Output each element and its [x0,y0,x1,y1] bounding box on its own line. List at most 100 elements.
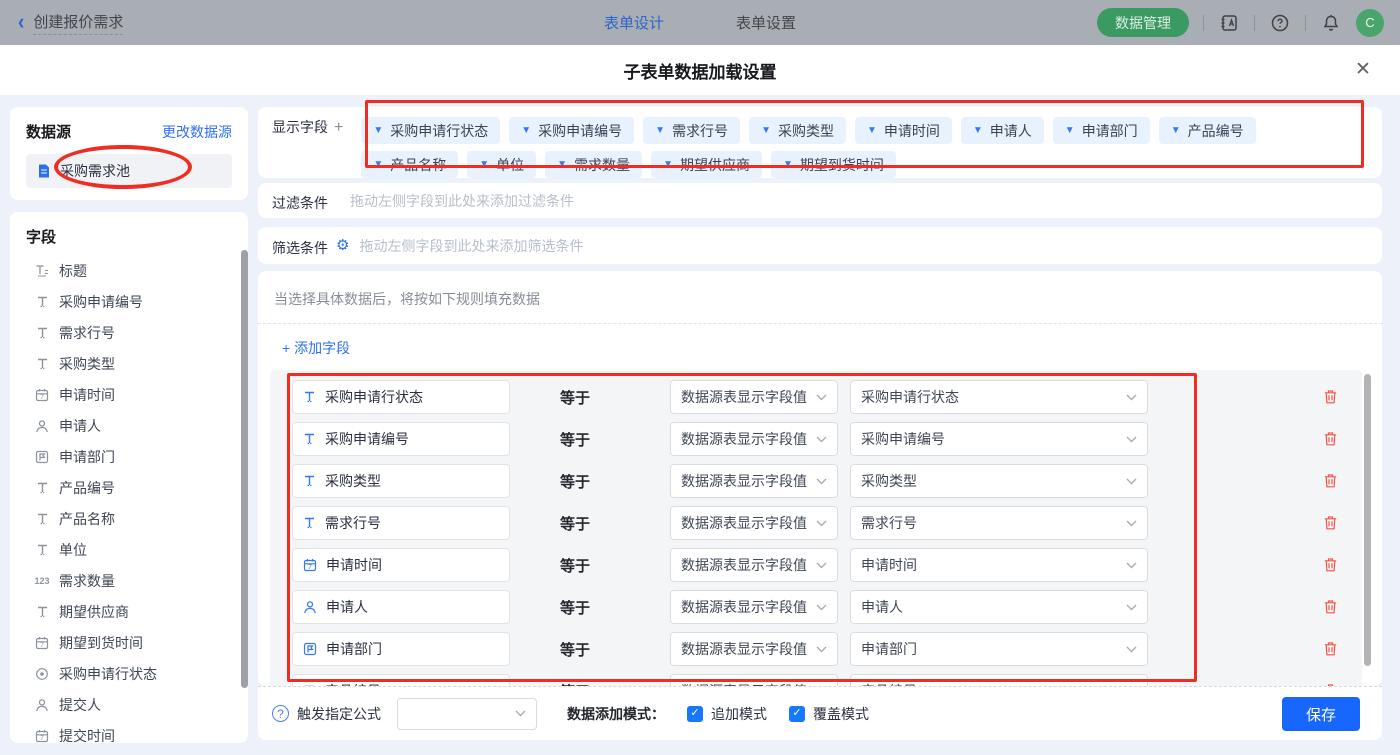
rule-target-select[interactable]: 采购类型 [850,464,1148,498]
caret-down-icon[interactable]: ▼ [867,126,877,136]
rule-source-select[interactable]: 数据源表显示字段值 [670,590,838,624]
field-item[interactable]: 采购申请编号 [26,286,248,317]
caret-down-icon[interactable]: ▼ [373,126,383,136]
close-icon[interactable]: ✕ [1352,59,1374,81]
rule-target-select[interactable]: 采购申请行状态 [850,380,1148,414]
field-item[interactable]: 单位 [26,534,248,565]
rule-source-select[interactable]: 数据源表显示字段值 [670,464,838,498]
field-item[interactable]: 需求行号 [26,317,248,348]
fields-scrollbar[interactable] [241,250,248,688]
gear-icon[interactable]: ⚙ [336,238,349,253]
display-field-tag[interactable]: ▼期望供应商 [651,151,762,178]
display-field-tag[interactable]: ▼产品名称 [361,151,458,178]
rule-source-select[interactable]: 数据源表显示字段值 [670,674,838,686]
rule-field-box[interactable]: 采购类型 [292,464,510,498]
field-item[interactable]: 提交人 [26,689,248,720]
caret-down-icon[interactable]: ▼ [973,126,983,136]
rule-field-box[interactable]: 申请人 [292,590,510,624]
field-item[interactable]: 7申请时间 [26,379,248,410]
append-mode-checkbox[interactable]: ✓ [687,706,703,722]
caret-down-icon[interactable]: ▼ [479,160,489,170]
rule-field-box[interactable]: 采购申请编号 [292,422,510,456]
overwrite-mode-option[interactable]: ✓ 覆盖模式 [789,704,869,724]
text-field-icon [303,390,316,404]
rule-target-select[interactable]: 采购申请编号 [850,422,1148,456]
field-item[interactable]: 采购类型 [26,348,248,379]
delete-rule-trash-icon[interactable] [1323,599,1338,615]
display-field-tag[interactable]: ▼产品编号 [1159,117,1256,144]
delete-rule-trash-icon[interactable] [1323,389,1338,405]
change-datasource-link[interactable]: 更改数据源 [162,122,232,142]
display-field-tag[interactable]: ▼采购申请编号 [509,117,634,144]
rule-target-select[interactable]: 产品编号 [850,674,1148,686]
rule-source-select[interactable]: 数据源表显示字段值 [670,422,838,456]
delete-rule-trash-icon[interactable] [1323,557,1338,573]
contact-book-icon[interactable] [1218,12,1240,34]
display-field-tag[interactable]: ▼单位 [467,151,536,178]
bell-icon[interactable] [1320,12,1342,34]
user-avatar[interactable]: C [1356,9,1384,37]
caret-down-icon[interactable]: ▼ [521,126,531,136]
delete-rule-trash-icon[interactable] [1323,515,1338,531]
caret-down-icon[interactable]: ▼ [557,160,567,170]
caret-down-icon[interactable]: ▼ [783,160,793,170]
formula-select[interactable] [397,698,537,730]
caret-down-icon[interactable]: ▼ [1065,126,1075,136]
rule-field-label: 采购申请编号 [325,429,409,449]
back-button[interactable]: ‹ 创建报价需求 [18,11,123,35]
display-field-tag[interactable]: ▼申请时间 [855,117,952,144]
delete-rule-trash-icon[interactable] [1323,431,1338,447]
overwrite-mode-checkbox[interactable]: ✓ [789,706,805,722]
delete-rule-trash-icon[interactable] [1323,473,1338,489]
display-field-tag[interactable]: ▼期望到货时间 [771,151,896,178]
rule-field-box[interactable]: 需求行号 [292,506,510,540]
display-field-tag[interactable]: ▼采购类型 [749,117,846,144]
rule-target-select[interactable]: 申请时间 [850,548,1148,582]
display-field-tag[interactable]: ▼需求行号 [643,117,740,144]
display-field-tag[interactable]: ▼申请人 [961,117,1044,144]
rule-source-select[interactable]: 数据源表显示字段值 [670,506,838,540]
tab-form-design[interactable]: 表单设计 [604,12,664,33]
add-display-field-button[interactable]: + [334,119,343,136]
rule-target-select[interactable]: 申请部门 [850,632,1148,666]
field-item[interactable]: 申请人 [26,410,248,441]
display-field-tag[interactable]: ▼需求数量 [545,151,642,178]
rule-field-box[interactable]: 申请部门 [292,632,510,666]
field-item[interactable]: 产品名称 [26,503,248,534]
rules-scrollbar[interactable] [1364,374,1371,666]
rule-source-select[interactable]: 数据源表显示字段值 [670,548,838,582]
display-field-tag[interactable]: ▼采购申请行状态 [361,117,500,144]
append-mode-option[interactable]: ✓ 追加模式 [687,704,767,724]
field-item[interactable]: 申请部门 [26,441,248,472]
field-item[interactable]: 标题 [26,255,248,286]
rule-field-box[interactable]: 产品编号 [292,674,510,686]
field-item[interactable]: 期望供应商 [26,596,248,627]
caret-down-icon[interactable]: ▼ [373,160,383,170]
add-field-button[interactable]: + 添加字段 [258,324,1382,370]
save-button[interactable]: 保存 [1282,697,1360,731]
delete-rule-trash-icon[interactable] [1323,641,1338,657]
caret-down-icon[interactable]: ▼ [663,160,673,170]
rule-target-select[interactable]: 需求行号 [850,506,1148,540]
rule-field-box[interactable]: 7申请时间 [292,548,510,582]
filter-condition-card[interactable]: 过滤条件 拖动左侧字段到此处来添加过滤条件 [258,183,1382,218]
field-item[interactable]: 采购申请行状态 [26,658,248,689]
tab-form-settings[interactable]: 表单设置 [736,12,796,33]
caret-down-icon[interactable]: ▼ [761,126,771,136]
screen-condition-card[interactable]: 筛选条件 ⚙ 拖动左侧字段到此处来添加筛选条件 [258,227,1382,264]
rule-source-select[interactable]: 数据源表显示字段值 [670,380,838,414]
caret-down-icon[interactable]: ▼ [1171,126,1181,136]
caret-down-icon[interactable]: ▼ [655,126,665,136]
datasource-item[interactable]: 采购需求池 [26,154,232,188]
field-item[interactable]: 产品编号 [26,472,248,503]
help-icon[interactable] [1269,12,1291,34]
data-manage-button[interactable]: 数据管理 [1097,8,1189,37]
field-item[interactable]: 7提交时间 [26,720,248,743]
rule-source-select[interactable]: 数据源表显示字段值 [670,632,838,666]
rule-target-select[interactable]: 申请人 [850,590,1148,624]
field-item[interactable]: 7期望到货时间 [26,627,248,658]
display-field-tag[interactable]: ▼申请部门 [1053,117,1150,144]
rule-field-box[interactable]: 采购申请行状态 [292,380,510,414]
rule-target-select-value: 申请人 [861,597,903,617]
field-item[interactable]: 123需求数量 [26,565,248,596]
